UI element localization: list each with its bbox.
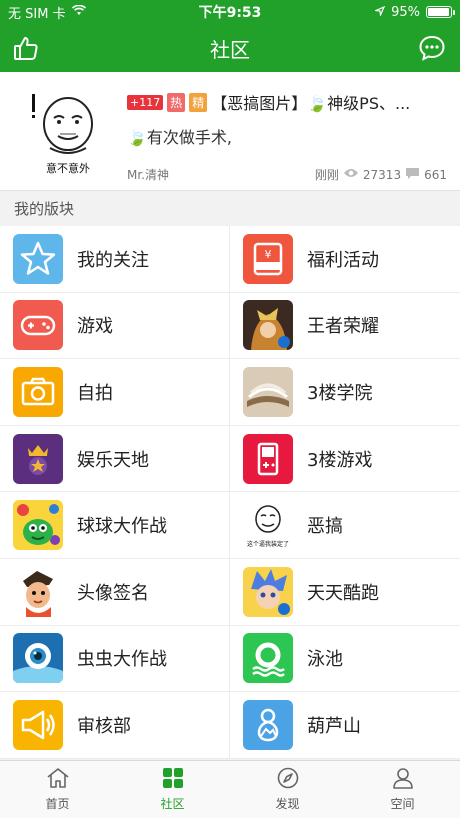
app-header: 社区 <box>0 24 460 72</box>
board-item[interactable]: 王者荣耀 <box>230 293 460 359</box>
thumbs-up-icon[interactable] <box>10 32 42 64</box>
camera-icon <box>13 366 63 417</box>
board-label: 王者荣耀 <box>307 316 379 338</box>
comment-count: 661 <box>424 167 447 182</box>
tab-space[interactable]: 空间 <box>345 761 460 818</box>
tab-label: 发现 <box>275 797 300 811</box>
grid-row: 我的关注 ¥ 福利活动 <box>0 226 460 293</box>
featured-post[interactable]: 意不意外 +117 热 精 【恶搞图片】🍃神级PS、... 🍃有次做手术, Mr… <box>0 72 460 190</box>
grid-icon <box>162 767 184 792</box>
person-icon <box>392 767 414 792</box>
post-author[interactable]: Mr.清神 <box>127 166 315 183</box>
board-label: 3楼游戏 <box>307 449 373 471</box>
gamepad-icon <box>13 300 63 351</box>
grid-row: 虫虫大作战 泳池 <box>0 625 460 693</box>
tab-label: 空间 <box>390 797 415 811</box>
best-badge: 精 <box>189 92 208 112</box>
star-icon <box>13 233 63 284</box>
hot-badge: 热 <box>167 92 186 112</box>
board-label: 审核部 <box>77 715 131 737</box>
tab-community[interactable]: 社区 <box>115 761 230 818</box>
eye-monster-icon <box>13 633 63 684</box>
post-time: 刚刚 <box>314 168 339 182</box>
board-item[interactable]: 球球大作战 <box>0 492 230 558</box>
board-item[interactable]: ¥ 福利活动 <box>230 226 460 292</box>
board-label: 泳池 <box>307 649 343 671</box>
board-item[interactable]: 游戏 <box>0 292 230 359</box>
post-title[interactable]: 【恶搞图片】🍃神级PS、... <box>211 90 410 114</box>
book-icon <box>243 366 293 417</box>
chat-bubble-icon[interactable] <box>416 32 448 64</box>
board-label: 葫芦山 <box>307 715 361 737</box>
thumb-caption: 意不意外 <box>46 162 90 175</box>
home-icon <box>46 767 70 792</box>
board-label: 球球大作战 <box>77 516 167 538</box>
board-item[interactable]: 头像签名 <box>0 558 230 625</box>
post-thumbnail: 意不意外 <box>20 84 116 180</box>
board-item[interactable]: 虫虫大作战 <box>0 625 230 692</box>
compass-icon <box>277 767 299 792</box>
board-grid: 我的关注 ¥ 福利活动 游戏 王者荣耀 自拍 3楼学院 娱乐天地 3楼游戏 球球… <box>0 226 460 759</box>
eye-icon <box>343 167 359 182</box>
count-badge: +117 <box>127 94 164 110</box>
handheld-console-icon <box>243 433 293 484</box>
grid-row: 自拍 3楼学院 <box>0 359 460 426</box>
tab-home[interactable]: 首页 <box>0 761 115 818</box>
tab-label: 首页 <box>45 797 70 811</box>
board-item[interactable]: 3楼游戏 <box>230 426 460 492</box>
post-subtitle: 🍃有次做手术, <box>127 128 233 147</box>
svg-text:¥: ¥ <box>265 248 272 261</box>
gourd-mountain-icon <box>243 699 293 750</box>
grid-row: 审核部 葫芦山 <box>0 692 460 759</box>
meme-caption: 这个逼我装定了 <box>246 541 289 549</box>
board-item[interactable]: 葫芦山 <box>230 692 460 758</box>
tab-bar: 首页 社区 发现 空间 <box>0 760 460 818</box>
grid-row: 游戏 王者荣耀 <box>0 292 460 360</box>
board-label: 自拍 <box>77 382 113 404</box>
megaphone-icon <box>13 699 63 750</box>
board-item[interactable]: 这个逼我装定了 恶搞 <box>230 492 460 558</box>
gift-bag-icon: ¥ <box>243 233 293 284</box>
board-item[interactable]: 审核部 <box>0 692 230 758</box>
section-title: 我的版块 <box>0 190 460 226</box>
meme-face-icon: 这个逼我装定了 <box>243 500 293 551</box>
runner-avatar-icon <box>243 566 293 617</box>
board-item[interactable]: 泳池 <box>230 626 460 692</box>
board-label: 3楼学院 <box>307 382 373 404</box>
board-label: 恶搞 <box>307 516 343 538</box>
crown-star-icon <box>13 433 63 484</box>
board-label: 娱乐天地 <box>77 449 149 471</box>
status-time: 下午9:53 <box>198 5 262 21</box>
grid-row: 头像签名 天天酷跑 <box>0 558 460 626</box>
view-count: 27313 <box>362 167 402 182</box>
tab-label: 社区 <box>160 797 185 811</box>
page-title: 社区 <box>210 37 250 62</box>
board-label: 头像签名 <box>77 582 149 604</box>
grid-row: 球球大作战 这个逼我装定了 恶搞 <box>0 492 460 559</box>
battery-icon <box>426 6 455 18</box>
board-item[interactable]: 我的关注 <box>0 226 230 292</box>
grid-row: 娱乐天地 3楼游戏 <box>0 425 460 493</box>
battery-fill <box>428 8 449 16</box>
comment-icon <box>405 167 420 183</box>
board-item[interactable]: 天天酷跑 <box>230 559 460 625</box>
board-label: 虫虫大作战 <box>77 649 167 671</box>
board-label: 我的关注 <box>77 249 149 271</box>
board-item[interactable]: 3楼学院 <box>230 359 460 425</box>
blob-monster-icon <box>13 500 63 551</box>
cartoon-avatar-icon <box>13 566 63 617</box>
board-label: 游戏 <box>77 316 113 338</box>
status-bar: 无 SIM 卡 下午9:53 95% <box>0 0 460 24</box>
board-label: 福利活动 <box>307 249 379 271</box>
board-item[interactable]: 自拍 <box>0 359 230 425</box>
board-label: 天天酷跑 <box>307 582 379 604</box>
tab-discover[interactable]: 发现 <box>230 761 345 818</box>
hero-avatar-icon <box>243 300 293 351</box>
board-item[interactable]: 娱乐天地 <box>0 425 230 492</box>
lifebuoy-icon <box>243 633 293 684</box>
